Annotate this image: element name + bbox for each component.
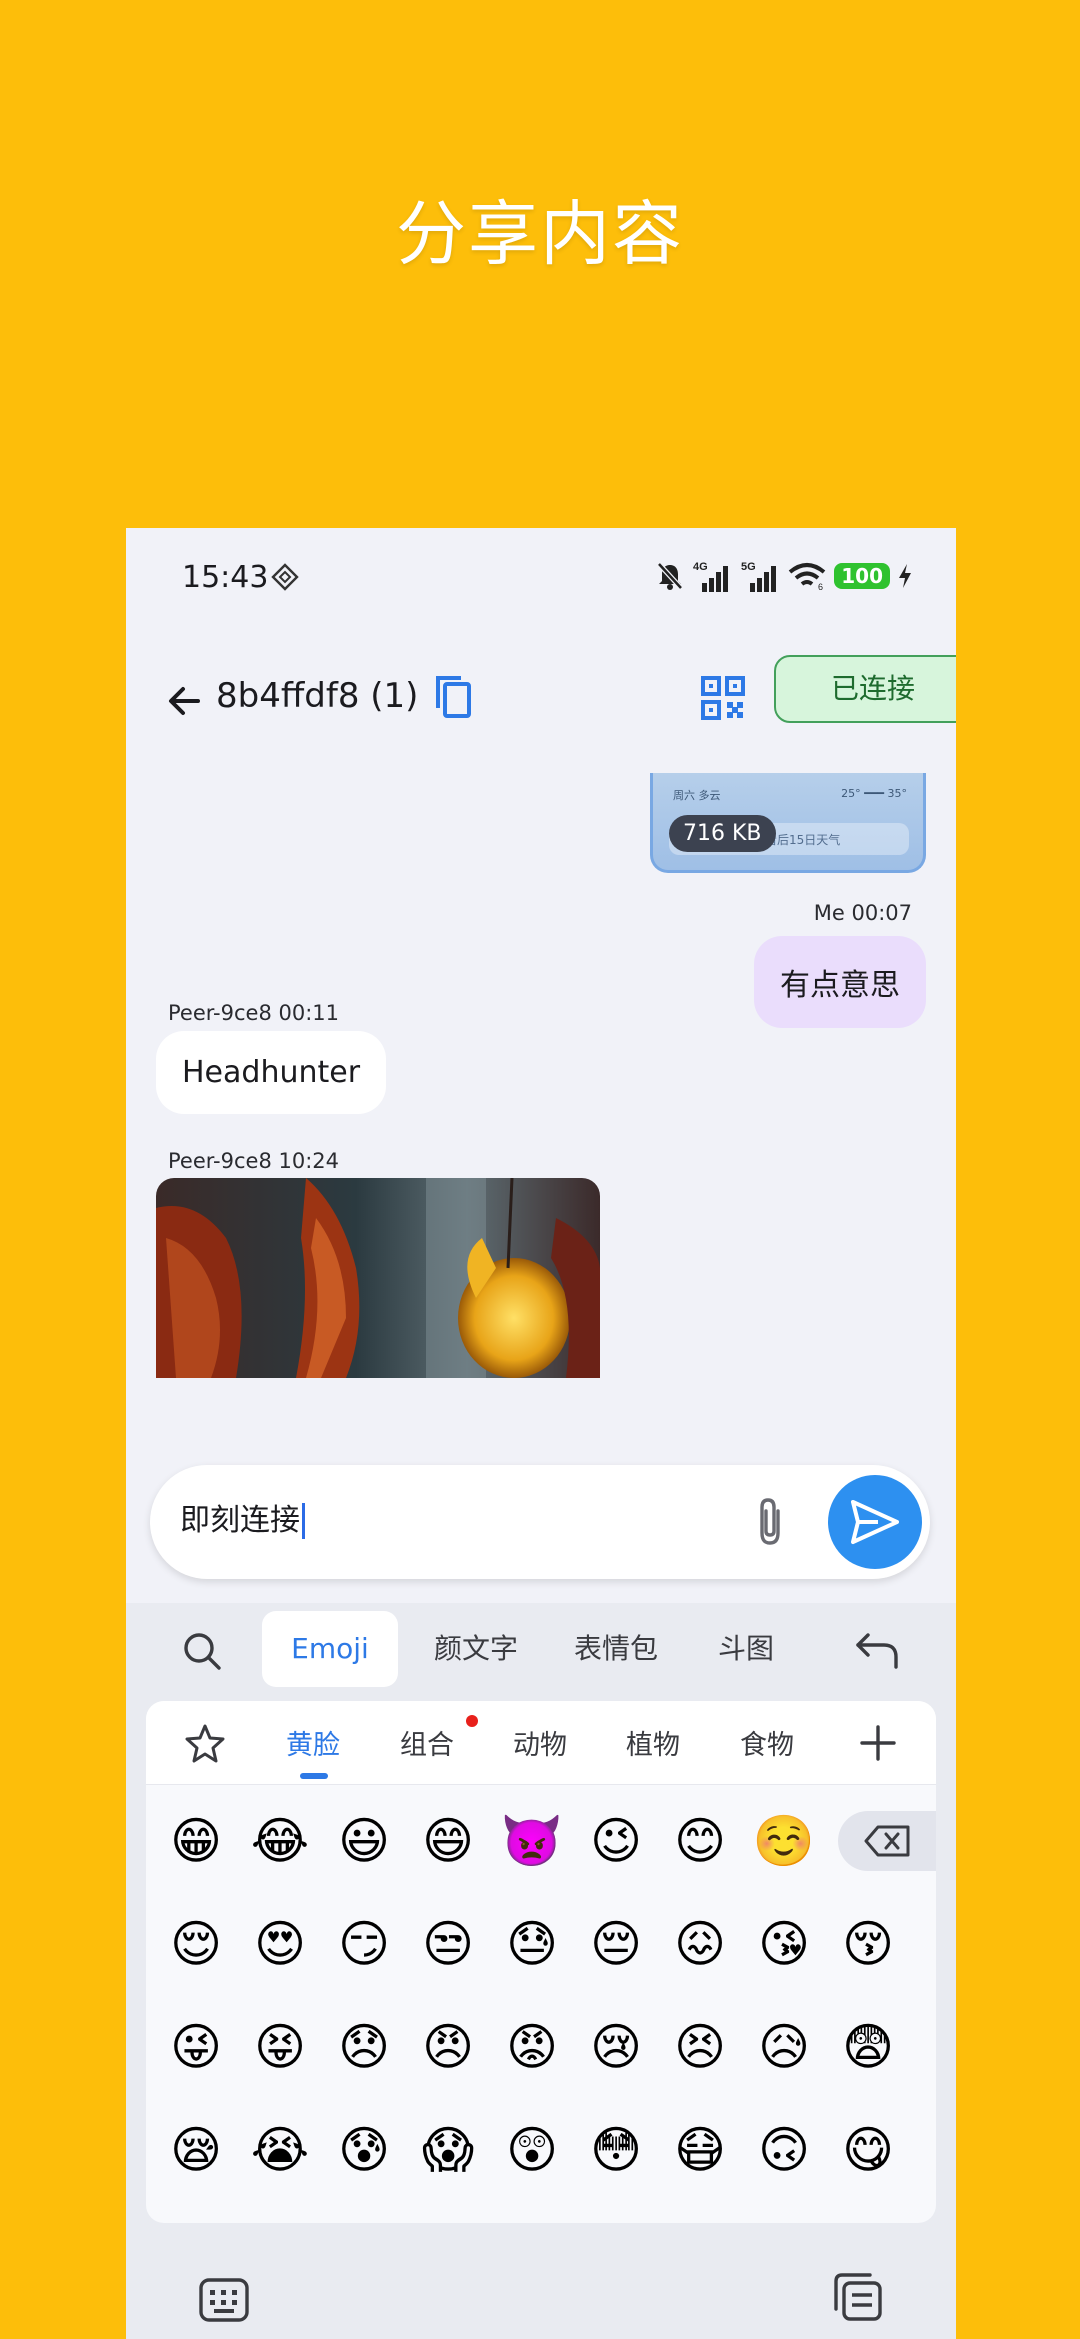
nfc-icon bbox=[271, 563, 299, 591]
emoji-key[interactable]: 😠 bbox=[412, 2011, 484, 2083]
signal-5g-label: 5G bbox=[741, 561, 756, 573]
send-icon bbox=[851, 1500, 899, 1544]
weather-bar-text: 看后15日天气 bbox=[765, 833, 841, 847]
emoji-key[interactable]: 😞 bbox=[328, 2011, 400, 2083]
backspace-icon bbox=[864, 1825, 910, 1857]
emoji-key[interactable]: 😰 bbox=[328, 2114, 400, 2186]
emoji-key[interactable]: 😣 bbox=[664, 2011, 736, 2083]
emoji-key[interactable]: 😋 bbox=[832, 2114, 904, 2186]
me-message-bubble[interactable]: 有点意思 bbox=[754, 936, 926, 1028]
roast-meat-photo bbox=[156, 1178, 600, 1378]
plus-icon[interactable] bbox=[858, 1723, 898, 1763]
tab-kaomoji[interactable]: 颜文字 bbox=[406, 1611, 546, 1687]
emoji-key[interactable]: 😲 bbox=[496, 2114, 568, 2186]
status-icons: 4G 5G 6 100 bbox=[656, 558, 912, 594]
mute-bell-icon bbox=[657, 562, 684, 590]
emoji-key[interactable]: 😨 bbox=[832, 2011, 904, 2083]
wifi-6-label: 6 bbox=[818, 582, 823, 591]
emoji-key[interactable]: 😂 bbox=[244, 1805, 316, 1877]
emoji-key[interactable]: 😌 bbox=[160, 1908, 232, 1980]
undo-icon[interactable] bbox=[854, 1629, 900, 1671]
signal-4g-icon: 4G bbox=[693, 561, 729, 592]
emoji-key[interactable]: 🙃 bbox=[748, 2114, 820, 2186]
tab-memes[interactable]: 斗图 bbox=[686, 1611, 806, 1687]
category-food[interactable]: 食物 bbox=[740, 1723, 794, 1762]
file-message-card[interactable]: 周六 多云 25° ━━━ 35° 看后15日天气 716 KB bbox=[650, 773, 926, 873]
emoji-key[interactable]: 😜 bbox=[160, 2011, 232, 2083]
emoji-key[interactable]: ☺️ bbox=[748, 1805, 820, 1877]
peer-image-meta: Peer-9ce8 10:24 bbox=[168, 1149, 340, 1173]
phone-screenshot: 15:43 4G 5G 6 100 8b4ffdf8 (1) 已连接 周六 多云… bbox=[126, 528, 956, 2339]
peer-image-message[interactable] bbox=[156, 1178, 600, 1378]
emoji-key[interactable]: 😢 bbox=[580, 2011, 652, 2083]
signal-5g-icon: 5G bbox=[741, 561, 777, 592]
charging-icon bbox=[899, 564, 911, 588]
emoji-key[interactable]: 😁 bbox=[160, 1805, 232, 1877]
tab-stickers[interactable]: 表情包 bbox=[546, 1611, 686, 1687]
peer-message-bubble[interactable]: Headhunter bbox=[156, 1031, 387, 1114]
emoji-key[interactable]: 👿 bbox=[496, 1805, 568, 1877]
chat-title: 8b4ffdf8 (1) bbox=[216, 676, 419, 716]
new-badge-dot bbox=[466, 1715, 478, 1727]
message-input-bar: 即刻连接 bbox=[150, 1465, 930, 1579]
backspace-button[interactable] bbox=[838, 1811, 936, 1871]
emoji-key[interactable]: 😡 bbox=[496, 2011, 568, 2083]
emoji-key[interactable]: 😳 bbox=[580, 2114, 652, 2186]
star-icon[interactable] bbox=[184, 1723, 226, 1763]
emoji-key[interactable]: 😒 bbox=[412, 1908, 484, 1980]
emoji-key[interactable]: 😷 bbox=[664, 2114, 736, 2186]
signal-4g-label: 4G bbox=[693, 561, 708, 573]
hero-title: 分享内容 bbox=[396, 193, 684, 275]
tab-emoji[interactable]: Emoji bbox=[262, 1611, 398, 1687]
active-category-indicator bbox=[300, 1773, 328, 1779]
status-bar: 15:43 4G 5G 6 100 bbox=[126, 528, 956, 628]
copy-icon[interactable] bbox=[433, 674, 473, 720]
emoji-key[interactable]: 😃 bbox=[328, 1805, 400, 1877]
wifi-icon: 6 bbox=[788, 563, 826, 591]
me-message-meta: Me 00:07 bbox=[813, 901, 912, 925]
emoji-category-row: 黄脸 组合 动物 植物 食物 bbox=[146, 1701, 936, 1785]
category-combo[interactable]: 组合 bbox=[400, 1723, 454, 1762]
emoji-key[interactable]: 😊 bbox=[664, 1805, 736, 1877]
emoji-key[interactable]: 😖 bbox=[664, 1908, 736, 1980]
keyboard-switch-icon[interactable] bbox=[198, 2277, 250, 2323]
emoji-key[interactable]: 😘 bbox=[748, 1908, 820, 1980]
category-faces[interactable]: 黄脸 bbox=[286, 1723, 340, 1762]
qr-code-icon[interactable] bbox=[699, 674, 747, 722]
emoji-key[interactable]: 😏 bbox=[328, 1908, 400, 1980]
emoji-key[interactable]: 😍 bbox=[244, 1908, 316, 1980]
status-time: 15:43 bbox=[182, 560, 269, 595]
emoji-keyboard: Emoji 颜文字 表情包 斗图 黄脸 组合 动物 植物 食物 😁 😂 😃 😄 … bbox=[126, 1603, 956, 2339]
file-size-badge: 716 KB bbox=[669, 815, 776, 852]
message-input[interactable]: 即刻连接 bbox=[180, 1503, 305, 1539]
emoji-key[interactable]: 😪 bbox=[160, 2114, 232, 2186]
weather-temp: 25° ━━━ 35° bbox=[841, 787, 907, 800]
battery-level: 100 bbox=[834, 563, 890, 589]
peer-message-meta: Peer-9ce8 00:11 bbox=[168, 1001, 340, 1025]
paperclip-icon[interactable] bbox=[750, 1495, 790, 1549]
emoji-key[interactable]: 😄 bbox=[412, 1805, 484, 1877]
category-animals[interactable]: 动物 bbox=[513, 1723, 567, 1762]
emoji-key[interactable]: 😭 bbox=[244, 2114, 316, 2186]
emoji-key[interactable]: 😚 bbox=[832, 1908, 904, 1980]
send-button[interactable] bbox=[828, 1475, 922, 1569]
emoji-key[interactable]: 😱 bbox=[412, 2114, 484, 2186]
back-arrow-icon[interactable] bbox=[162, 678, 208, 724]
message-list: 周六 多云 25° ━━━ 35° 看后15日天气 716 KB Me 00:0… bbox=[126, 773, 956, 1488]
emoji-key[interactable]: 😔 bbox=[580, 1908, 652, 1980]
search-icon[interactable] bbox=[182, 1631, 222, 1671]
keyboard-tab-bar: Emoji 颜文字 表情包 斗图 bbox=[126, 1603, 956, 1697]
emoji-panel: 黄脸 组合 动物 植物 食物 😁 😂 😃 😄 👿 😉 😊 ☺️ 😌 😍 😏 😒 😓 😔 😖 😘 😚 😜 😝 😞 😠 😡 😢 😣… bbox=[146, 1701, 936, 2223]
emoji-key[interactable]: 😝 bbox=[244, 2011, 316, 2083]
emoji-key[interactable]: 😥 bbox=[748, 2011, 820, 2083]
emoji-key[interactable]: 😉 bbox=[580, 1805, 652, 1877]
clipboard-icon[interactable] bbox=[832, 2271, 884, 2323]
connected-button[interactable]: 已连接 bbox=[774, 655, 956, 723]
emoji-key[interactable]: 😓 bbox=[496, 1908, 568, 1980]
category-plants[interactable]: 植物 bbox=[626, 1723, 680, 1762]
weather-day: 周六 多云 bbox=[673, 789, 721, 802]
